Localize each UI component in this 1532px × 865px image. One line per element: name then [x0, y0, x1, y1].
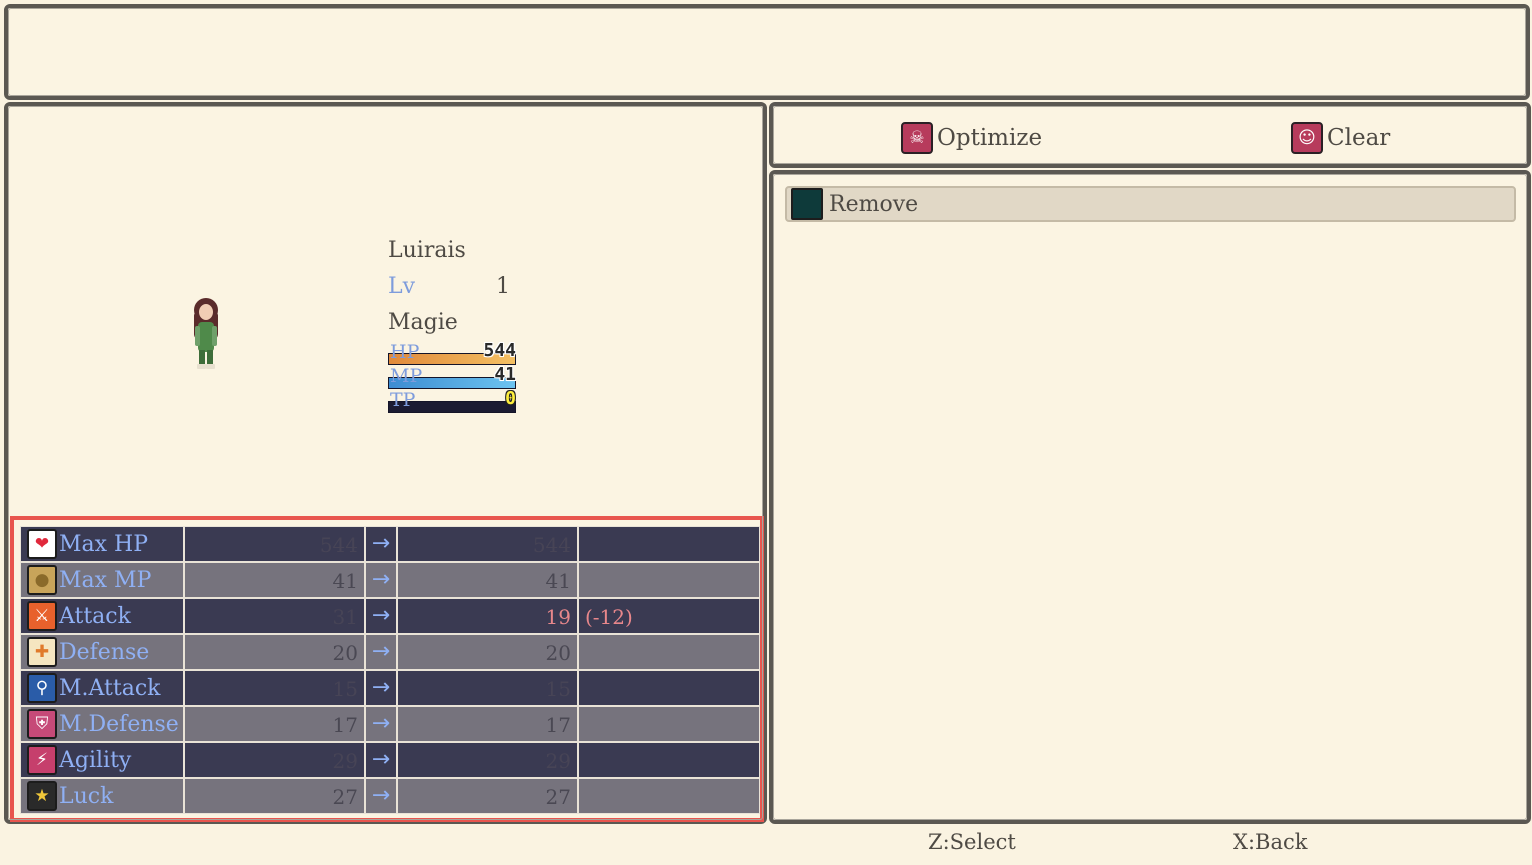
- boot-icon: ⚡: [27, 745, 57, 775]
- stat-difference: [578, 526, 760, 562]
- stars-icon: ★: [27, 781, 57, 811]
- actor-sprite: [194, 298, 218, 369]
- mp-label: MP: [390, 365, 423, 387]
- stat-name-cell: ❤ Max HP: [20, 526, 184, 562]
- right-arrow-icon: →: [365, 742, 397, 778]
- stat-row: ✚ Defense 20 → 20: [20, 634, 760, 670]
- stat-difference: [578, 706, 760, 742]
- right-arrow-icon: →: [365, 778, 397, 814]
- mp-value: 41: [494, 364, 516, 385]
- stat-row: ⚲ M.Attack 15 → 15: [20, 670, 760, 706]
- stat-current-value: 15: [184, 670, 365, 706]
- stat-new-value: 17: [397, 706, 578, 742]
- stat-name-cell: ✚ Defense: [20, 634, 184, 670]
- right-arrow-icon: →: [365, 598, 397, 634]
- stat-new-value: 544: [397, 526, 578, 562]
- status-window: Luirais Lv 1 Magie HP 544 MP 41 TP 0 ❤ Ma…: [4, 102, 767, 824]
- shield-icon: ✚: [27, 637, 57, 667]
- item-window: Remove: [769, 170, 1531, 824]
- stat-name-cell: ⚡ Agility: [20, 742, 184, 778]
- stat-name-cell: ⚔ Attack: [20, 598, 184, 634]
- heart-icon: ❤: [27, 529, 57, 559]
- stat-current-value: 544: [184, 526, 365, 562]
- clear-icon: ☺: [1291, 122, 1323, 154]
- optimize-icon: ☠: [901, 122, 933, 154]
- stat-row: ⚔ Attack 31 → 19 (-12): [20, 598, 760, 634]
- stat-new-value: 15: [397, 670, 578, 706]
- right-arrow-icon: →: [365, 526, 397, 562]
- command-window: ☠ Optimize ☺ Clear: [769, 102, 1531, 168]
- stat-name-max-hp: Max HP: [59, 531, 149, 557]
- sword-icon: ⚔: [27, 601, 57, 631]
- level-value: 1: [496, 274, 510, 299]
- actor-class: Magie: [388, 310, 458, 335]
- stat-name-m-defense: M.Defense: [59, 711, 179, 737]
- stat-new-value: 41: [397, 562, 578, 598]
- stat-current-value: 20: [184, 634, 365, 670]
- actor-name: Luirais: [388, 238, 466, 263]
- stat-current-value: 27: [184, 778, 365, 814]
- mp-gauge: MP 41: [388, 364, 518, 389]
- stat-row: ⛨ M.Defense 17 → 17: [20, 706, 760, 742]
- remove-item[interactable]: Remove: [785, 186, 1516, 222]
- right-arrow-icon: →: [365, 706, 397, 742]
- right-arrow-icon: →: [365, 670, 397, 706]
- stat-name-cell: ⚲ M.Attack: [20, 670, 184, 706]
- stat-row: ❤ Max HP 544 → 544: [20, 526, 760, 562]
- stat-name-m-attack: M.Attack: [59, 675, 161, 701]
- stat-name-defense: Defense: [59, 639, 150, 665]
- right-arrow-icon: →: [365, 634, 397, 670]
- stat-current-value: 17: [184, 706, 365, 742]
- hp-label: HP: [390, 341, 420, 363]
- stat-difference: [578, 742, 760, 778]
- tp-value: 0: [505, 388, 516, 409]
- stat-difference: (-12): [578, 598, 760, 634]
- stat-row: ★ Luck 27 → 27: [20, 778, 760, 814]
- stat-difference: [578, 634, 760, 670]
- stat-current-value: 29: [184, 742, 365, 778]
- stat-comparison-table: ❤ Max HP 544 → 544 ● Max MP 41 → 41 ⚔ Attack 31 → 19 (-…: [10, 516, 764, 822]
- stat-difference: [578, 670, 760, 706]
- tp-gauge: TP 0: [388, 388, 518, 413]
- help-window: [4, 4, 1530, 100]
- hp-gauge: HP 544: [388, 340, 518, 365]
- stat-current-value: 41: [184, 562, 365, 598]
- remove-label: Remove: [829, 191, 919, 217]
- stat-difference: [578, 778, 760, 814]
- stat-difference: [578, 562, 760, 598]
- stat-row: ● Max MP 41 → 41: [20, 562, 760, 598]
- level-label: Lv: [388, 274, 416, 299]
- back-key-hint[interactable]: X:Back: [1233, 830, 1307, 854]
- tp-label: TP: [390, 389, 416, 411]
- stat-name-attack: Attack: [59, 603, 131, 629]
- stat-new-value: 27: [397, 778, 578, 814]
- stat-name-cell: ● Max MP: [20, 562, 184, 598]
- stat-current-value: 31: [184, 598, 365, 634]
- orb-icon: ●: [27, 565, 57, 595]
- right-arrow-icon: →: [365, 562, 397, 598]
- clear-button[interactable]: ☺ Clear: [1291, 120, 1390, 156]
- optimize-button[interactable]: ☠ Optimize: [901, 120, 1042, 156]
- stat-new-value: 19: [397, 598, 578, 634]
- stat-name-max-mp: Max MP: [59, 567, 152, 593]
- stat-name-luck: Luck: [59, 783, 114, 809]
- select-key-hint[interactable]: Z:Select: [928, 830, 1016, 854]
- wand-icon: ⚲: [27, 673, 57, 703]
- clear-label: Clear: [1327, 125, 1391, 151]
- stat-name-cell: ★ Luck: [20, 778, 184, 814]
- stat-new-value: 29: [397, 742, 578, 778]
- hp-value: 544: [483, 340, 516, 361]
- magic-shield-icon: ⛨: [27, 709, 57, 739]
- stat-new-value: 20: [397, 634, 578, 670]
- empty-slot-icon: [791, 188, 823, 220]
- stat-name-cell: ⛨ M.Defense: [20, 706, 184, 742]
- stat-name-agility: Agility: [59, 747, 132, 773]
- stat-row: ⚡ Agility 29 → 29: [20, 742, 760, 778]
- optimize-label: Optimize: [937, 125, 1043, 151]
